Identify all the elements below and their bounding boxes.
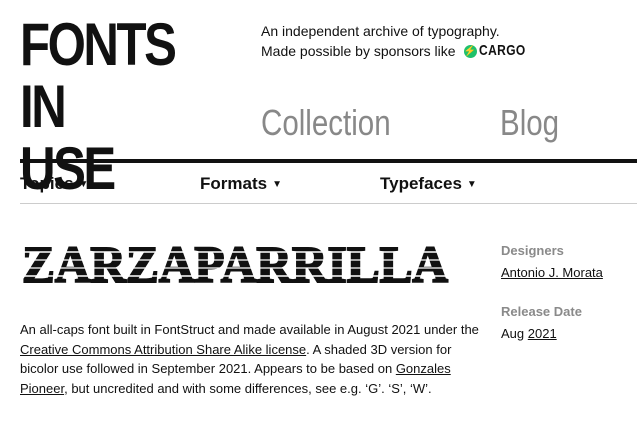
typeface-specimen-image: ZARZAPARRILLA — [20, 238, 450, 290]
topics-menu[interactable]: Topics ▼ — [20, 172, 88, 197]
caret-down-icon: ▼ — [78, 179, 89, 190]
tagline-text: An independent archive of typography. — [261, 23, 500, 39]
formats-label: Formats — [200, 174, 268, 193]
description-text: An all-caps font built in FontStruct and… — [20, 322, 479, 337]
release-date-block: Release Date Aug 2021 — [501, 304, 637, 343]
designer-link[interactable]: Antonio J. Morata — [501, 265, 603, 280]
caret-down-icon: ▼ — [466, 179, 477, 190]
formats-menu[interactable]: Formats ▼ — [200, 172, 282, 197]
sub-navigation: Topics ▼ Formats ▼ Typefaces ▼ — [20, 172, 637, 198]
release-month: Aug — [501, 326, 525, 341]
sponsor-text: Made possible by sponsors like — [261, 43, 456, 59]
logo-line-1: FONTS — [20, 11, 177, 78]
header-divider — [20, 159, 637, 163]
release-date-value: Aug 2021 — [501, 325, 637, 343]
topics-label: Topics — [20, 174, 74, 193]
cargo-logo-text: CARGO — [478, 42, 526, 59]
designer-value: Antonio J. Morata — [501, 264, 637, 282]
license-link[interactable]: Creative Commons Attribution Share Alike… — [20, 342, 306, 357]
typeface-description: An all-caps font built in FontStruct and… — [20, 320, 480, 398]
typefaces-menu[interactable]: Typefaces ▼ — [380, 172, 477, 197]
description-text: , but uncredited and with some differenc… — [64, 380, 432, 396]
nav-collection-link[interactable]: Collection — [261, 100, 391, 146]
release-date-label: Release Date — [501, 304, 582, 319]
sponsor-row: Made possible by sponsors like ⚡ CARGO — [261, 41, 537, 61]
designers-label: Designers — [501, 243, 564, 258]
typeface-meta: Designers Antonio J. Morata Release Date… — [501, 243, 637, 343]
typefaces-label: Typefaces — [380, 174, 462, 193]
caret-down-icon: ▼ — [272, 179, 282, 190]
subnav-divider — [20, 203, 637, 204]
lightning-icon: ⚡ — [463, 44, 477, 58]
nav-blog-link[interactable]: Blog — [500, 100, 559, 146]
site-tagline: An independent archive of typography. Ma… — [261, 21, 537, 61]
specimen-text: ZARZAPARRILLA — [22, 238, 448, 290]
cargo-sponsor-link[interactable]: ⚡ CARGO — [463, 41, 537, 61]
release-year-link[interactable]: 2021 — [528, 326, 557, 341]
